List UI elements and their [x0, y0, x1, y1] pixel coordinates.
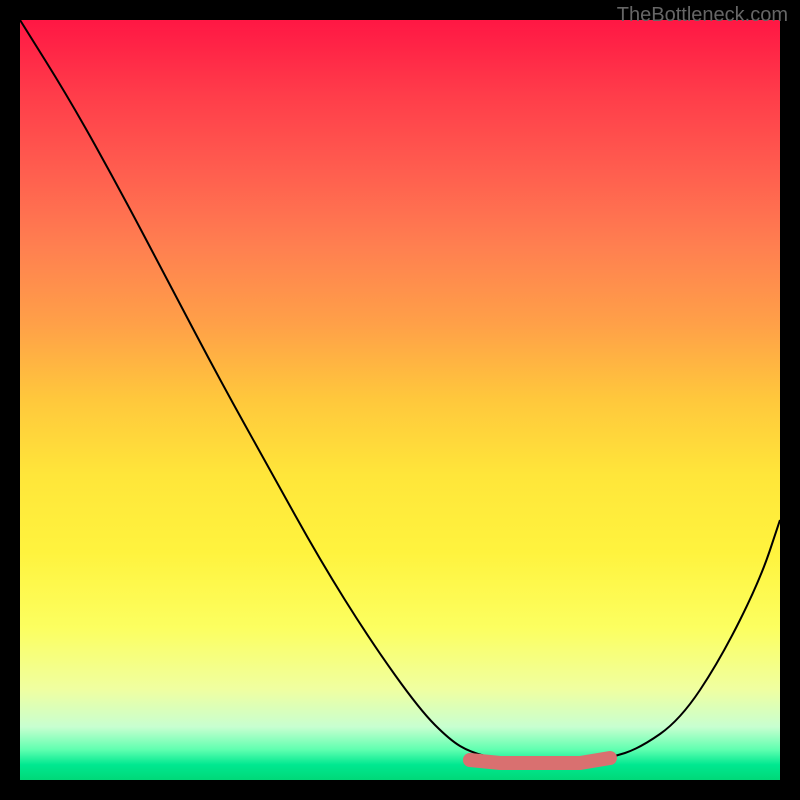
bottom-highlight-segment: [470, 758, 610, 763]
chart-area: [20, 20, 780, 780]
watermark-text: TheBottleneck.com: [617, 4, 788, 27]
main-curve-line: [20, 20, 780, 762]
chart-svg: [20, 20, 780, 780]
segment-start-dot: [463, 753, 477, 767]
